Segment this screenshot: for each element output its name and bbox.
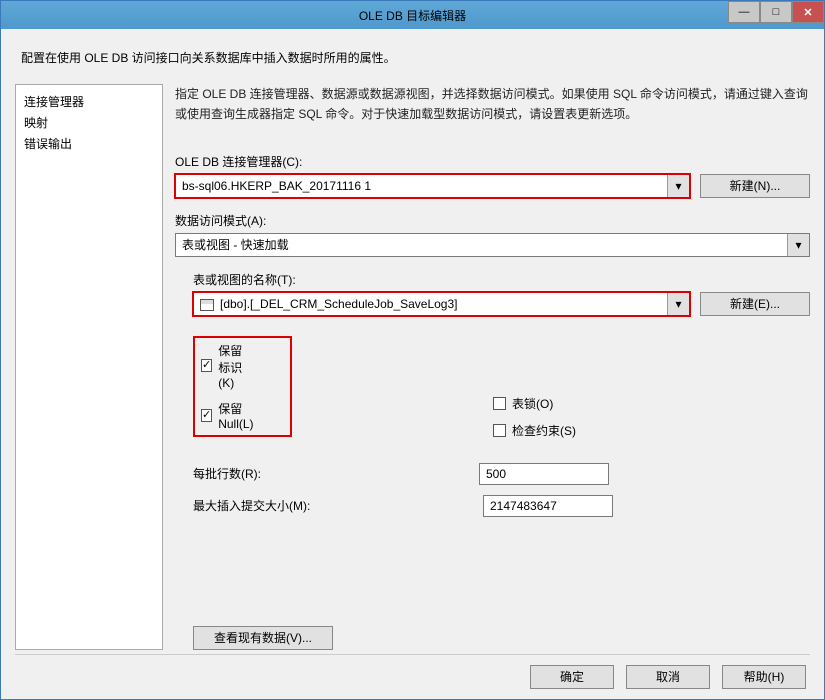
max-commit-row: 最大插入提交大小(M): 2147483647: [193, 495, 810, 517]
access-mode-label: 数据访问模式(A):: [175, 212, 810, 229]
ok-button[interactable]: 确定: [530, 665, 614, 689]
footer-buttons: 确定 取消 帮助(H): [15, 654, 810, 689]
table-name-value: [dbo].[_DEL_CRM_ScheduleJob_SaveLog3]: [193, 292, 690, 316]
dialog-body: 配置在使用 OLE DB 访问接口向关系数据库中插入数据时所用的属性。 连接管理…: [1, 29, 824, 699]
content-panel: 指定 OLE DB 连接管理器、数据源或数据源视图，并选择数据访问模式。如果使用…: [175, 84, 810, 650]
nav-item-error-output[interactable]: 错误输出: [24, 133, 154, 154]
new-table-button[interactable]: 新建(E)...: [700, 292, 810, 316]
main-row: 连接管理器 映射 错误输出 指定 OLE DB 连接管理器、数据源或数据源视图，…: [15, 84, 810, 650]
check-constraints-label: 检查约束(S): [512, 422, 576, 439]
table-icon: [200, 299, 214, 311]
help-button[interactable]: 帮助(H): [722, 665, 806, 689]
new-connection-button[interactable]: 新建(N)...: [700, 174, 810, 198]
view-data-row: 查看现有数据(V)...: [175, 604, 810, 650]
titlebar: OLE DB 目标编辑器 — □ ✕: [1, 1, 824, 29]
connection-manager-value: bs-sql06.HKERP_BAK_20171116 1: [175, 174, 690, 198]
check-constraints-checkbox[interactable]: [493, 424, 506, 437]
chevron-down-icon: ▾: [787, 234, 809, 256]
table-lock-checkbox[interactable]: [493, 397, 506, 410]
nav-panel: 连接管理器 映射 错误输出: [15, 84, 163, 650]
nav-item-connection-manager[interactable]: 连接管理器: [24, 91, 154, 112]
access-mode-combo[interactable]: 表或视图 - 快速加载 ▾: [175, 233, 810, 257]
dialog-description: 配置在使用 OLE DB 访问接口向关系数据库中插入数据时所用的属性。: [21, 49, 804, 66]
table-name-text: [dbo].[_DEL_CRM_ScheduleJob_SaveLog3]: [220, 297, 458, 311]
options-block: ✓ 保留标识(K) ✓ 保留 Null(L): [175, 330, 810, 527]
minimize-button[interactable]: —: [728, 1, 760, 23]
keep-nulls-checkbox[interactable]: ✓: [201, 409, 212, 422]
instruction-text: 指定 OLE DB 连接管理器、数据源或数据源视图，并选择数据访问模式。如果使用…: [175, 84, 810, 125]
connection-manager-combo[interactable]: bs-sql06.HKERP_BAK_20171116 1 ▾: [175, 174, 690, 198]
rows-per-batch-label: 每批行数(R):: [193, 465, 483, 482]
chevron-down-icon: ▾: [667, 175, 689, 197]
table-name-block: 表或视图的名称(T): [dbo].[_DEL_CRM_ScheduleJob_…: [175, 271, 810, 316]
keep-identity-checkbox[interactable]: ✓: [201, 359, 212, 372]
table-name-combo[interactable]: [dbo].[_DEL_CRM_ScheduleJob_SaveLog3] ▾: [193, 292, 690, 316]
rows-per-batch-input[interactable]: 500: [479, 463, 609, 485]
keep-identity-label: 保留标识(K): [218, 342, 242, 390]
maximize-button[interactable]: □: [760, 1, 792, 23]
keep-nulls-label: 保留 Null(L): [218, 400, 253, 431]
table-name-label: 表或视图的名称(T):: [193, 271, 810, 288]
window-title: OLE DB 目标编辑器: [1, 7, 824, 24]
view-existing-data-button[interactable]: 查看现有数据(V)...: [193, 626, 333, 650]
connection-manager-label: OLE DB 连接管理器(C):: [175, 153, 810, 170]
max-commit-label: 最大插入提交大小(M):: [193, 497, 483, 514]
close-button[interactable]: ✕: [792, 1, 824, 23]
dialog-window: OLE DB 目标编辑器 — □ ✕ 配置在使用 OLE DB 访问接口向关系数…: [0, 0, 825, 700]
cancel-button[interactable]: 取消: [626, 665, 710, 689]
access-mode-value: 表或视图 - 快速加载: [175, 233, 810, 257]
chevron-down-icon: ▾: [667, 293, 689, 315]
window-controls: — □ ✕: [728, 1, 824, 23]
nav-item-mapping[interactable]: 映射: [24, 112, 154, 133]
connection-manager-block: OLE DB 连接管理器(C): bs-sql06.HKERP_BAK_2017…: [175, 153, 810, 198]
access-mode-block: 数据访问模式(A): 表或视图 - 快速加载 ▾: [175, 212, 810, 257]
table-lock-label: 表锁(O): [512, 395, 553, 412]
rows-per-batch-row: 每批行数(R): 500: [193, 463, 810, 485]
max-commit-input[interactable]: 2147483647: [483, 495, 613, 517]
